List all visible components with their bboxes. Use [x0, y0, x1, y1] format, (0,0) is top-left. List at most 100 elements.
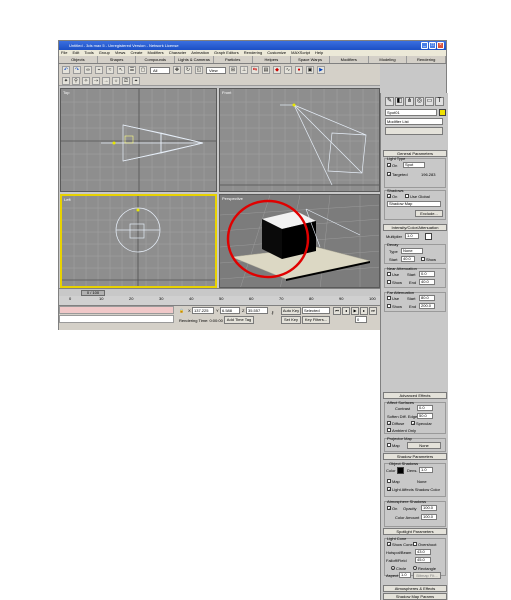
free-direct-icon[interactable]: →: [102, 76, 110, 85]
display-panel-icon[interactable]: ▭: [425, 97, 434, 106]
modify-panel-icon[interactable]: ◧: [395, 97, 404, 106]
rollout-advanced-effects[interactable]: Advanced Effects: [383, 392, 447, 399]
projector-map-button[interactable]: None: [407, 442, 441, 449]
utilities-panel-icon[interactable]: T: [435, 97, 444, 106]
light-affects-shadow-checkbox[interactable]: ✓: [387, 487, 391, 492]
shadow-type-dropdown[interactable]: Shadow Map: [387, 201, 441, 207]
minimize-button[interactable]: _: [421, 42, 428, 49]
tab-modifiers[interactable]: Modifiers: [330, 56, 369, 63]
select-by-name-icon[interactable]: ☰: [128, 66, 136, 74]
near-end-field[interactable]: 40.0: [419, 279, 435, 285]
add-time-tag-button[interactable]: Add Time Tag: [224, 316, 254, 324]
tab-modeling[interactable]: Modeling: [369, 56, 408, 63]
shadow-map-checkbox[interactable]: [387, 479, 391, 483]
color-amount-field[interactable]: 100.0: [421, 514, 437, 520]
free-camera-icon[interactable]: ⌖: [132, 76, 140, 85]
reference-coordinate-dropdown[interactable]: View: [206, 66, 226, 74]
z-coordinate-field[interactable]: 35.557: [246, 307, 268, 314]
targeted-checkbox[interactable]: ✓: [387, 172, 391, 177]
near-start-field[interactable]: 0.0: [419, 271, 435, 277]
close-button[interactable]: ×: [437, 42, 444, 49]
maximize-button[interactable]: □: [429, 42, 436, 49]
redo-icon[interactable]: ↷: [73, 66, 81, 74]
opacity-field[interactable]: 100.0: [421, 505, 437, 511]
use-global-checkbox[interactable]: [405, 194, 409, 198]
omni-light-icon[interactable]: ✦: [62, 76, 70, 85]
hotspot-field[interactable]: 43.0: [415, 549, 431, 555]
material-editor-icon[interactable]: ●: [295, 66, 303, 74]
curve-editor-icon[interactable]: ∿: [284, 66, 292, 74]
contrast-field[interactable]: 0.0: [417, 405, 433, 411]
set-key-button[interactable]: Set Key: [281, 316, 301, 324]
y-coordinate-field[interactable]: 6.588: [220, 307, 240, 314]
multiplier-field[interactable]: 1.0: [405, 233, 419, 239]
track-bar[interactable]: 0 10 20 30 40 50 60 70 80 90 100: [59, 296, 380, 305]
free-spot-icon[interactable]: ✧: [82, 76, 90, 85]
tab-particles[interactable]: Particles: [214, 56, 253, 63]
tab-rendering[interactable]: Rendering: [407, 56, 447, 63]
create-panel-icon[interactable]: ✎: [385, 97, 394, 106]
rollout-atmospheres-effects[interactable]: Atmospheres & Effects: [383, 585, 447, 592]
projector-map-checkbox[interactable]: [387, 443, 391, 447]
axis-constraint-icon[interactable]: ⊥: [240, 66, 248, 74]
current-frame-field[interactable]: 0: [355, 316, 367, 323]
show-cone-checkbox[interactable]: ✓: [387, 542, 391, 547]
light-color-swatch[interactable]: [425, 233, 432, 240]
tab-shapes[interactable]: Shapes: [98, 56, 137, 63]
object-name-field[interactable]: Spot01: [385, 109, 437, 116]
tab-objects[interactable]: Objects: [59, 56, 98, 63]
decay-type-dropdown[interactable]: None: [401, 248, 423, 254]
falloff-field[interactable]: 45.0: [415, 557, 431, 563]
diffuse-checkbox[interactable]: ✓: [387, 421, 391, 426]
viewport-left[interactable]: Left: [60, 194, 217, 288]
goto-start-icon[interactable]: ⏮: [333, 307, 341, 315]
near-use-checkbox[interactable]: [387, 272, 391, 276]
play-icon[interactable]: ▶: [351, 307, 359, 315]
unlink-icon[interactable]: ⌁: [95, 66, 103, 74]
far-use-checkbox[interactable]: [387, 296, 391, 300]
specular-checkbox[interactable]: ✓: [411, 421, 415, 426]
target-camera-icon[interactable]: ⎚: [122, 76, 130, 85]
select-icon[interactable]: ↖: [117, 66, 125, 74]
goto-end-icon[interactable]: ⏭: [369, 307, 377, 315]
aspect-field[interactable]: 1.0: [399, 572, 411, 578]
shadow-density-field[interactable]: 1.0: [419, 467, 433, 473]
target-direct-icon[interactable]: ⇢: [92, 76, 100, 85]
tab-compounds[interactable]: Compounds: [136, 56, 176, 63]
x-coordinate-field[interactable]: 137.225: [192, 307, 214, 314]
shadows-on-checkbox[interactable]: ✓: [387, 194, 391, 199]
maxscript-listener-input[interactable]: [59, 306, 174, 314]
rollout-intensity[interactable]: Intensity/Color/Attenuation: [383, 224, 447, 231]
select-rotate-icon[interactable]: ↻: [184, 66, 192, 74]
soften-field[interactable]: 50.0: [417, 413, 433, 419]
tab-lights-cameras[interactable]: Lights & Cameras: [175, 56, 214, 63]
link-icon[interactable]: ∞: [84, 66, 92, 74]
hierarchy-panel-icon[interactable]: ⋔: [405, 97, 414, 106]
decay-start-field[interactable]: 40.0: [401, 256, 415, 262]
rectangle-radio[interactable]: [413, 566, 417, 570]
next-frame-icon[interactable]: ▸: [360, 307, 368, 315]
modifier-list-dropdown[interactable]: Modifier List: [385, 118, 443, 125]
auto-key-button[interactable]: Auto Key: [281, 307, 301, 315]
viewport-front[interactable]: Front: [219, 88, 380, 192]
time-slider[interactable]: 0 / 100: [59, 288, 380, 296]
motion-panel-icon[interactable]: ◎: [415, 97, 424, 106]
render-scene-icon[interactable]: ▣: [306, 66, 314, 74]
undo-icon[interactable]: ↶: [62, 66, 70, 74]
bind-space-warp-icon[interactable]: ≈: [106, 66, 114, 74]
overshoot-checkbox[interactable]: [413, 542, 417, 546]
circle-radio[interactable]: •: [391, 566, 395, 571]
rollout-shadow-map-params[interactable]: Shadow Map Params: [383, 593, 447, 600]
selection-filter-dropdown[interactable]: All: [150, 66, 170, 74]
shadow-map-value[interactable]: None: [417, 479, 427, 484]
align-icon[interactable]: ▤: [262, 66, 270, 74]
far-end-field[interactable]: 200.0: [419, 303, 435, 309]
bitmap-fit-button[interactable]: Bitmap Fit...: [413, 572, 441, 579]
select-scale-icon[interactable]: ◱: [195, 66, 203, 74]
skylight-icon[interactable]: ☼: [112, 76, 120, 85]
selected-dropdown[interactable]: Selected: [302, 307, 330, 314]
near-show-checkbox[interactable]: [387, 280, 391, 284]
light-on-checkbox[interactable]: ✓: [387, 163, 391, 168]
light-type-dropdown[interactable]: Spot: [403, 162, 425, 168]
region-select-icon[interactable]: ▢: [139, 66, 147, 74]
